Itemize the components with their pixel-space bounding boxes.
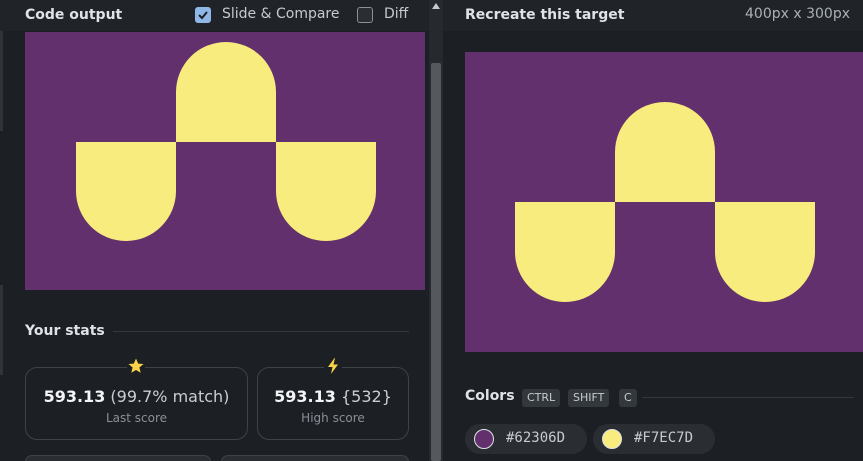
divider <box>642 397 854 398</box>
high-score-label: High score <box>301 411 365 425</box>
scrollbar[interactable] <box>429 0 443 461</box>
high-score-number: 593.13 <box>274 387 336 406</box>
diff-checkbox[interactable] <box>357 7 373 23</box>
slide-compare-label[interactable]: Slide & Compare <box>222 6 340 22</box>
target-right-semicircle <box>715 202 815 302</box>
output-drawing <box>25 32 425 290</box>
target-header: Recreate this target 400px x 300px <box>443 0 863 31</box>
target-drawing <box>465 52 863 352</box>
target-image <box>465 52 863 352</box>
color-swatch-purple[interactable]: #62306D <box>465 424 587 454</box>
swatch-hex-label: #F7EC7D <box>634 430 694 446</box>
last-score-card: 593.13 (99.7% match) Last score <box>25 367 248 440</box>
panel-edge <box>0 31 3 131</box>
last-score-value: 593.13 (99.7% match) <box>26 387 247 406</box>
divider <box>113 331 409 332</box>
last-score-label: Last score <box>105 411 168 425</box>
swatch-hex-label: #62306D <box>506 430 566 446</box>
code-output-panel: Code output Slide & Compare Diff Your st… <box>0 0 429 461</box>
code-output-header: Code output Slide & Compare Diff <box>0 0 429 31</box>
high-score-rank: {532} <box>340 387 392 406</box>
output-left-semicircle <box>76 142 176 241</box>
high-score-value: 593.13 {532} <box>258 387 408 406</box>
panel-edge <box>0 285 3 375</box>
scrollbar-thumb[interactable] <box>431 63 441 461</box>
action-button[interactable] <box>25 455 211 461</box>
colors-title: Colors <box>465 388 515 404</box>
high-score-card: 593.13 {532} High score <box>257 367 409 440</box>
swatch-dot <box>602 429 622 449</box>
check-icon <box>198 11 208 20</box>
color-swatch-yellow[interactable]: #F7EC7D <box>593 424 715 454</box>
target-dimensions: 400px x 300px <box>745 6 850 22</box>
star-icon <box>127 357 145 375</box>
last-score-number: 593.13 <box>43 387 106 406</box>
code-output-title: Code output <box>25 7 123 23</box>
target-left-semicircle <box>515 202 615 302</box>
action-button[interactable] <box>221 455 409 461</box>
shortcut-key-c: C <box>619 389 637 407</box>
scroll-up-icon[interactable] <box>432 3 440 9</box>
shortcut-key-shift: SHIFT <box>568 389 610 407</box>
last-score-match: (99.7% match) <box>110 387 230 406</box>
slide-compare-checkbox[interactable] <box>195 7 211 23</box>
shortcut-key-ctrl: CTRL <box>522 389 561 407</box>
target-panel: Recreate this target 400px x 300px Color… <box>443 0 863 461</box>
stats-title: Your stats <box>25 323 105 339</box>
code-output-preview[interactable] <box>25 32 425 290</box>
swatch-dot <box>474 429 494 449</box>
output-top-semicircle <box>176 42 276 142</box>
output-right-semicircle <box>276 142 376 241</box>
diff-label[interactable]: Diff <box>384 6 408 22</box>
target-title: Recreate this target <box>465 7 625 23</box>
target-top-semicircle <box>615 102 715 202</box>
lightning-icon <box>324 357 342 375</box>
